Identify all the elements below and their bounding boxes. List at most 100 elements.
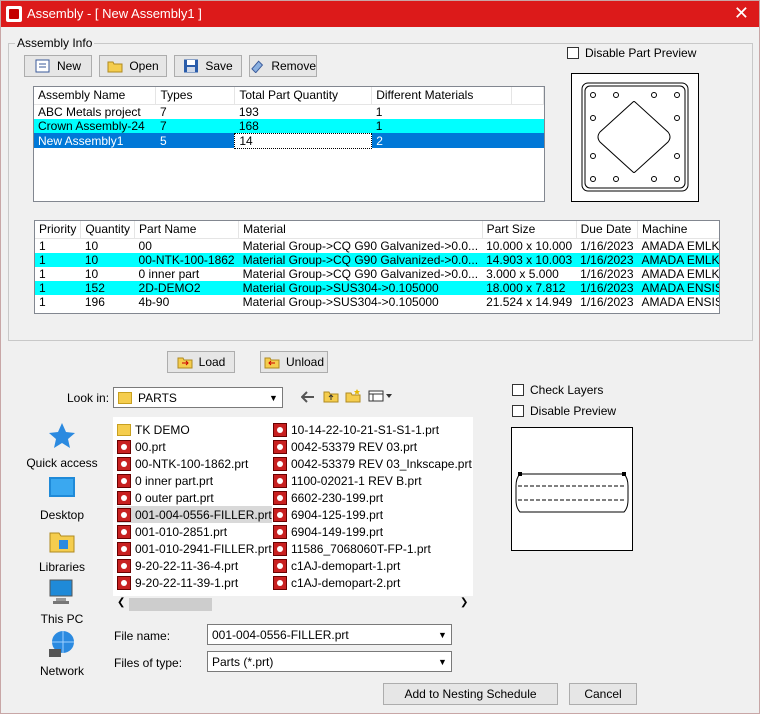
table-row[interactable]: ABC Metals project 7 193 1 <box>34 104 544 119</box>
view-menu-icon[interactable] <box>368 390 394 402</box>
places-network[interactable]: Network <box>22 629 102 678</box>
file-name-input[interactable]: 001-004-0556-FILLER.prt ▼ <box>207 624 452 645</box>
remove-button[interactable]: Remove <box>249 55 317 77</box>
column-header[interactable]: Part Size <box>482 221 577 239</box>
file-name-label: File name: <box>114 629 171 643</box>
back-arrow-icon[interactable] <box>301 391 315 403</box>
due-date-cell: 1/16/2023 <box>576 252 638 267</box>
prt-file-icon <box>117 456 131 471</box>
list-item[interactable]: c1AJ-demopart-2.prt <box>273 574 400 591</box>
due-date-cell: 1/16/2023 <box>576 280 638 295</box>
look-in-dropdown[interactable]: PARTS ▼ <box>113 387 283 408</box>
prt-file-icon <box>117 490 131 505</box>
save-button[interactable]: Save <box>174 55 242 77</box>
files-of-type-dropdown[interactable]: Parts (*.prt) ▼ <box>207 651 452 672</box>
list-item[interactable]: 9-20-22-11-39-1.prt <box>117 574 238 591</box>
column-header[interactable]: Part Name <box>134 221 240 239</box>
list-item[interactable]: 0 outer part.prt <box>117 489 214 506</box>
check-layers-box[interactable] <box>512 384 524 396</box>
list-item[interactable]: 0 inner part.prt <box>117 472 213 489</box>
list-item[interactable]: 6904-149-199.prt <box>273 523 383 540</box>
column-header[interactable]: Types <box>155 87 236 105</box>
table-row[interactable]: 1 152 2D-DEMO2 Material Group->SUS304->0… <box>35 280 719 295</box>
places-desktop[interactable]: Desktop <box>22 473 102 522</box>
file-list[interactable]: TK DEMO 00.prt 00-NTK-100-1862.prt 0 inn… <box>113 417 473 613</box>
column-header[interactable]: Total Part Quantity <box>234 87 373 105</box>
list-item[interactable]: 0042-53379 REV 03.prt <box>273 438 417 455</box>
load-button[interactable]: Load <box>167 351 235 373</box>
assembly-name-cell: Crown Assembly-24 <box>34 118 156 133</box>
assembly-table[interactable]: Assembly Name Types Total Part Quantity … <box>33 86 545 202</box>
places-libraries[interactable]: Libraries <box>22 525 102 574</box>
parts-table[interactable]: Priority Quantity Part Name Material Par… <box>34 220 720 314</box>
scroll-left-icon[interactable]: ❮ <box>117 597 125 608</box>
table-row[interactable]: 1 10 00-NTK-100-1862 Material Group->CQ … <box>35 252 719 267</box>
scrollbar-thumb[interactable] <box>129 598 212 611</box>
list-item[interactable]: 11586_7068060T-FP-1.prt <box>273 540 431 557</box>
list-item-selected[interactable]: 001-004-0556-FILLER.prt <box>117 506 272 523</box>
table-row[interactable]: 1 196 4b-90 Material Group->SUS304->0.10… <box>35 294 719 309</box>
list-item[interactable]: c1AJ-demopart-1.prt <box>273 557 400 574</box>
table-row[interactable]: 1 10 0 inner part Material Group->CQ G90… <box>35 266 719 281</box>
prt-file-icon <box>273 558 287 573</box>
chevron-down-icon[interactable]: ▼ <box>265 388 282 407</box>
network-icon <box>49 631 74 657</box>
up-folder-icon[interactable] <box>323 389 339 403</box>
list-item[interactable]: 1100-02021-1 REV B.prt <box>273 472 422 489</box>
chevron-down-icon[interactable]: ▼ <box>434 652 451 671</box>
folder-open-icon <box>107 61 123 73</box>
open-button-label: Open <box>129 59 159 73</box>
desktop-label: Desktop <box>39 508 85 522</box>
file-name: TK DEMO <box>135 422 190 437</box>
list-item[interactable]: 00-NTK-100-1862.prt <box>117 455 248 472</box>
file-name: 6904-149-199.prt <box>291 524 384 539</box>
check-layers-checkbox[interactable]: Check Layers <box>512 383 603 397</box>
unload-button[interactable]: Unload <box>260 351 328 373</box>
disable-preview-box[interactable] <box>512 405 524 417</box>
column-header[interactable]: Priority <box>35 221 82 239</box>
file-name: 001-010-2851.prt <box>135 524 228 539</box>
close-icon[interactable]: ✕ <box>734 3 749 24</box>
places-this-pc[interactable]: This PC <box>22 577 102 626</box>
quantity-edit-cell[interactable]: 14 <box>234 132 373 149</box>
open-button[interactable]: Open <box>99 55 167 77</box>
network-label: Network <box>39 664 84 678</box>
column-header[interactable]: Different Materials <box>371 87 513 105</box>
assembly-name-cell: ABC Metals project <box>38 104 141 119</box>
disable-part-preview-box[interactable] <box>567 47 579 59</box>
cancel-button[interactable]: Cancel <box>569 683 637 705</box>
part-name-cell: 4b-90 <box>138 294 170 309</box>
list-item[interactable]: 00.prt <box>117 438 166 455</box>
list-item[interactable]: 10-14-22-10-21-S1-S1-1.prt <box>273 421 439 438</box>
file-name: c1AJ-demopart-2.prt <box>291 575 401 590</box>
list-item[interactable]: 6904-125-199.prt <box>273 506 383 523</box>
list-item[interactable]: 6602-230-199.prt <box>273 489 383 506</box>
chevron-down-icon[interactable]: ▼ <box>434 625 451 644</box>
prt-file-icon <box>117 473 131 488</box>
table-row[interactable]: Crown Assembly-24 7 168 1 <box>34 118 544 133</box>
list-item[interactable]: 0042-53379 REV 03_Inkscape.prt <box>273 455 472 472</box>
disable-part-preview-checkbox[interactable]: Disable Part Preview <box>567 46 696 60</box>
column-header[interactable]: Material <box>238 221 483 239</box>
disable-preview-checkbox[interactable]: Disable Preview <box>512 404 616 418</box>
table-row-selected[interactable]: New Assembly1 5 14 2 <box>34 132 544 149</box>
list-item[interactable]: 001-010-2851.prt <box>117 523 227 540</box>
scroll-right-icon[interactable]: ❯ <box>460 597 468 608</box>
column-header[interactable]: Machine <box>637 221 719 239</box>
new-doc-icon <box>35 59 50 73</box>
table-row[interactable]: 1 10 00 Material Group->CQ G90 Galvanize… <box>35 238 719 253</box>
add-to-nesting-schedule-button[interactable]: Add to Nesting Schedule <box>383 683 558 705</box>
new-folder-icon[interactable] <box>345 389 361 403</box>
column-header[interactable]: Quantity <box>80 221 136 239</box>
list-item[interactable]: TK DEMO <box>117 421 190 438</box>
list-item[interactable]: 9-20-22-11-36-4.prt <box>117 557 238 574</box>
new-button[interactable]: New <box>24 55 92 77</box>
list-item[interactable]: 001-010-2941-FILLER.prt <box>117 540 272 557</box>
horizontal-scrollbar[interactable]: ❮ ❯ <box>113 596 473 613</box>
column-header[interactable]: Assembly Name <box>34 87 157 105</box>
column-header[interactable]: Due Date <box>576 221 639 239</box>
title-bar[interactable]: Assembly - [ New Assembly1 ] ✕ <box>1 1 759 27</box>
due-date-cell: 1/16/2023 <box>580 266 634 281</box>
places-quick-access[interactable]: Quick access <box>22 421 102 470</box>
prt-file-icon <box>273 541 287 556</box>
